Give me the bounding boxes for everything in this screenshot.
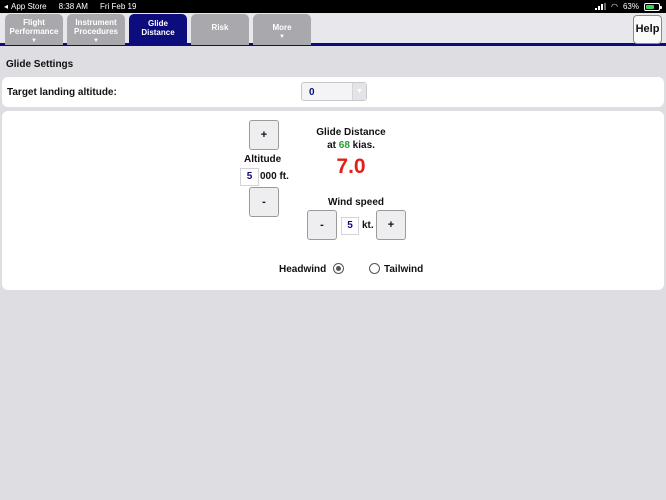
tab-label: More (272, 23, 292, 32)
tab-label-line2: Distance (141, 28, 175, 37)
landing-altitude-value: 0 (309, 87, 315, 98)
tab-label-line2: Procedures (73, 27, 119, 36)
tab-bar: Flight Performance ▼ Instrument Procedur… (0, 13, 666, 46)
wifi-icon: ◠ (611, 2, 618, 11)
wind-decrease-button[interactable]: - (307, 210, 337, 240)
altitude-increase-button[interactable]: + (249, 120, 279, 150)
altitude-label: Altitude (244, 154, 282, 165)
tab-flight-performance[interactable]: Flight Performance ▼ (5, 14, 63, 45)
tab-instrument-procedures[interactable]: Instrument Procedures ▼ (67, 14, 125, 45)
tab-risk[interactable]: Risk (191, 14, 249, 45)
glide-distance-value: 7.0 (336, 155, 366, 178)
dropdown-arrow-icon: ▼ (31, 38, 37, 44)
glide-distance-title: Glide Distance (316, 127, 386, 138)
battery-icon (644, 2, 662, 11)
headwind-radio[interactable] (333, 263, 344, 274)
battery-percent: 63% (622, 2, 639, 11)
dropdown-arrow-icon: ▼ (93, 38, 99, 44)
wind-speed-input[interactable]: 5 (341, 217, 359, 235)
back-chevron-icon: ◂ (4, 2, 9, 11)
chevron-down-icon: ▼ (352, 83, 366, 100)
glide-speed-value: 68 (338, 140, 350, 151)
status-bar: ◂ App Store 8:38 AM Fri Feb 19 ◠ 63% (0, 0, 666, 13)
tab-label: Risk (211, 23, 229, 32)
tab-label-line2: Performance (9, 27, 59, 36)
tab-label-line1: Instrument (75, 18, 117, 27)
back-to-app-link[interactable]: ◂ App Store (4, 2, 47, 11)
landing-altitude-select[interactable]: 0 ▼ (301, 82, 367, 101)
status-date: Fri Feb 19 (99, 2, 137, 11)
glide-speed-unit: kias. (352, 140, 375, 151)
tab-more[interactable]: More ▼ (253, 14, 311, 45)
tab-label-line1: Glide (147, 19, 168, 28)
landing-altitude-label: Target landing altitude: (7, 87, 117, 98)
altitude-unit: 000 ft. (260, 171, 289, 182)
headwind-label: Headwind (279, 264, 327, 275)
glide-at-text: at (327, 140, 336, 151)
landing-altitude-panel: Target landing altitude: 0 ▼ (2, 77, 664, 107)
tab-glide-distance[interactable]: Glide Distance (129, 14, 187, 45)
wind-speed-unit: kt. (362, 220, 374, 231)
tab-label-line1: Flight (23, 18, 45, 27)
status-time: 8:38 AM (58, 2, 88, 11)
glide-calculator-panel: + Altitude 5 000 ft. - Glide Distance at… (2, 111, 664, 290)
tailwind-label: Tailwind (384, 264, 424, 275)
altitude-decrease-button[interactable]: - (249, 187, 279, 217)
help-button[interactable]: Help (633, 15, 662, 44)
dropdown-arrow-icon: ▼ (279, 34, 285, 40)
section-title: Glide Settings (6, 59, 74, 70)
tailwind-radio[interactable] (369, 263, 380, 274)
wind-speed-label: Wind speed (327, 197, 385, 208)
altitude-input[interactable]: 5 (240, 168, 259, 186)
wind-increase-button[interactable]: + (376, 210, 406, 240)
signal-icon (595, 3, 606, 10)
glide-speed-line: at 68 kias. (301, 140, 401, 151)
back-app-label: App Store (11, 2, 47, 11)
